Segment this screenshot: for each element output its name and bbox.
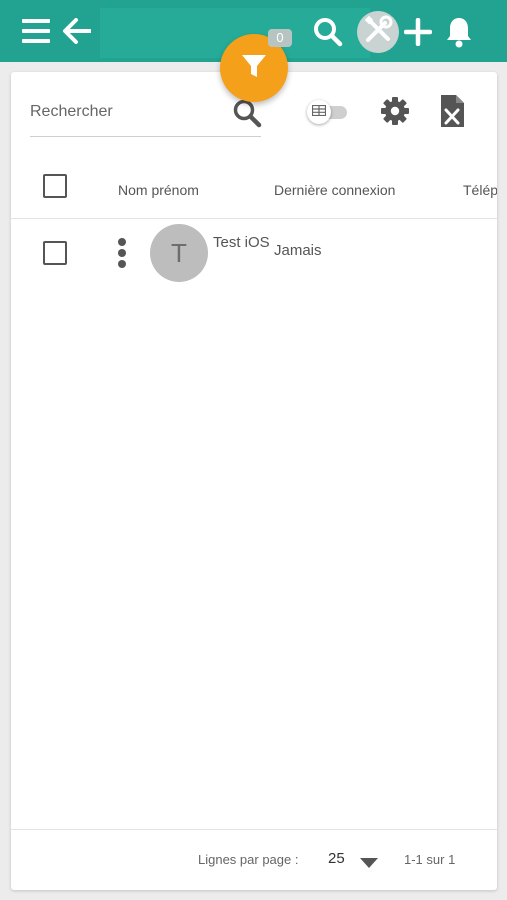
search-icon[interactable] [313, 17, 343, 47]
filter-count-badge: 0 [268, 29, 292, 47]
more-vert-icon[interactable] [117, 237, 127, 274]
user-name: Test iOS [213, 234, 270, 251]
column-header-last-login[interactable]: Dernière connexion [274, 182, 395, 198]
users-table-card: Nom prénom Dernière connexion Télép T Te… [11, 72, 497, 890]
last-login-value: Jamais [274, 242, 322, 259]
column-header-name[interactable]: Nom prénom [118, 182, 199, 198]
rows-per-page-select[interactable]: 25 [328, 850, 345, 867]
table-row[interactable]: T Test iOS Jamais [11, 219, 497, 289]
filter-funnel-icon [241, 54, 267, 83]
search-icon[interactable] [232, 98, 262, 133]
search-field [30, 92, 262, 137]
pagination-range: 1-1 sur 1 [404, 852, 456, 867]
hamburger-menu-icon[interactable] [22, 18, 50, 44]
select-all-checkbox[interactable] [43, 174, 67, 198]
table-view-toggle[interactable] [307, 100, 351, 124]
tools-button[interactable] [357, 11, 399, 53]
arrow-left-icon[interactable] [63, 18, 91, 44]
table-header: Nom prénom Dernière connexion Télép [11, 162, 497, 219]
plus-icon[interactable] [404, 18, 432, 46]
table-icon [311, 103, 327, 121]
excel-file-icon[interactable] [439, 94, 465, 133]
avatar: T [150, 224, 208, 282]
chevron-down-icon[interactable] [360, 855, 378, 873]
row-checkbox[interactable] [43, 241, 67, 265]
bell-icon[interactable] [445, 16, 473, 48]
rows-per-page-label: Lignes par page : [198, 852, 299, 867]
pagination-footer: Lignes par page : 25 1-1 sur 1 [11, 829, 497, 890]
toggle-knob [307, 100, 331, 124]
gear-icon[interactable] [380, 96, 410, 131]
tools-wrench-screwdriver-icon [363, 15, 393, 50]
column-header-phone[interactable]: Télép [463, 182, 497, 198]
search-input[interactable] [30, 98, 220, 126]
